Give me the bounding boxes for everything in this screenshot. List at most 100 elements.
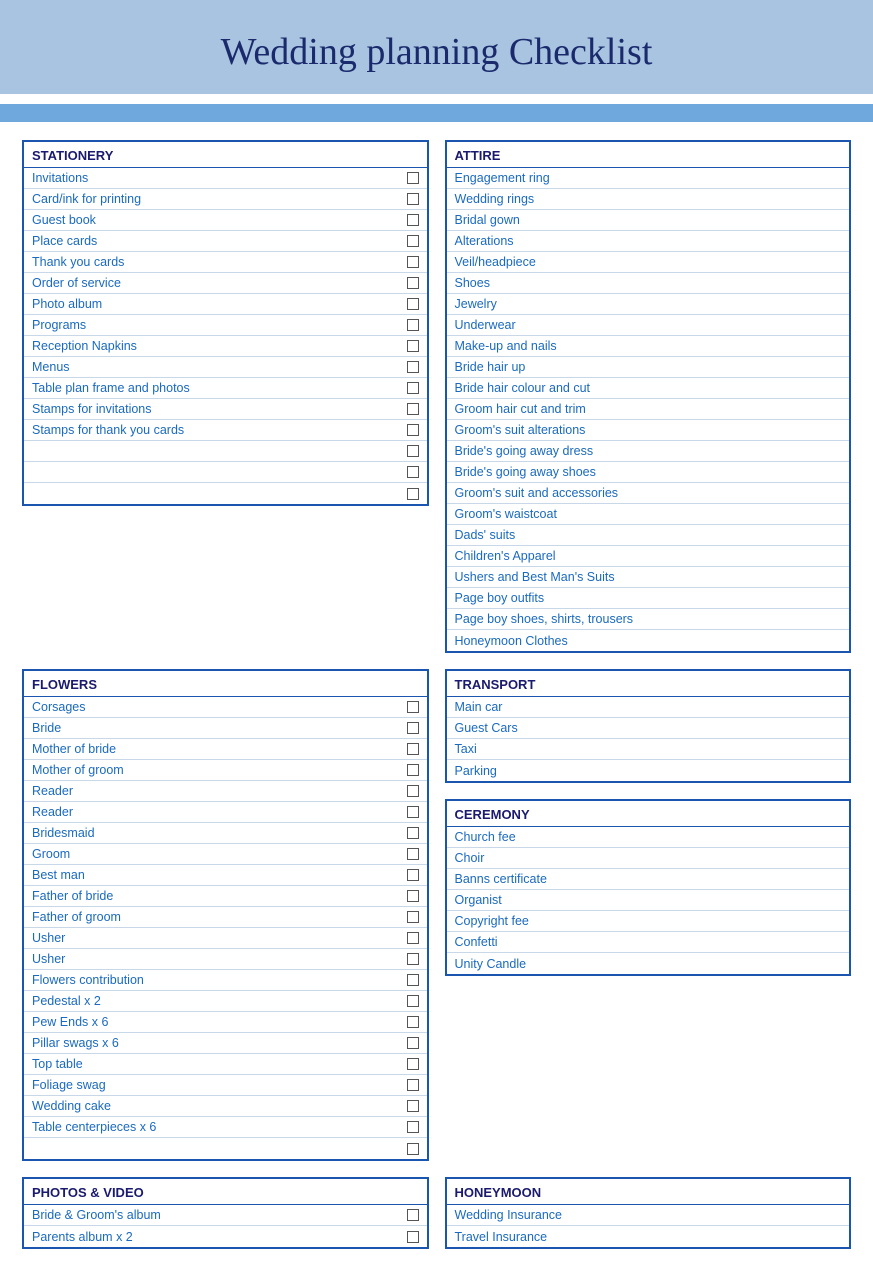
checkbox[interactable] [407, 340, 419, 352]
ceremony-section: CEREMONY Church feeChoirBanns certificat… [445, 799, 852, 976]
attire-title: ATTIRE [447, 142, 850, 168]
list-item: Main car [447, 697, 850, 718]
list-item: Choir [447, 848, 850, 869]
list-item: Parents album x 2 [24, 1226, 427, 1247]
list-item: Mother of groom [24, 760, 427, 781]
page-title: Wedding planning Checklist [20, 30, 853, 74]
list-item: Father of groom [24, 907, 427, 928]
list-item: Church fee [447, 827, 850, 848]
checkbox[interactable] [407, 743, 419, 755]
checkbox[interactable] [407, 764, 419, 776]
checkbox[interactable] [407, 701, 419, 713]
checkbox[interactable] [407, 214, 419, 226]
list-item [24, 1138, 427, 1159]
list-item: Bridesmaid [24, 823, 427, 844]
list-item: Dads' suits [447, 525, 850, 546]
list-item: Groom's suit alterations [447, 420, 850, 441]
stationery-section: STATIONERY InvitationsCard/ink for print… [22, 140, 429, 506]
list-item: Bride [24, 718, 427, 739]
list-item: Pillar swags x 6 [24, 1033, 427, 1054]
list-item: Foliage swag [24, 1075, 427, 1096]
checkbox[interactable] [407, 488, 419, 500]
checkbox[interactable] [407, 403, 419, 415]
checkbox[interactable] [407, 277, 419, 289]
list-item: Jewelry [447, 294, 850, 315]
photos-title: PHOTOS & VIDEO [24, 1179, 427, 1205]
checkbox[interactable] [407, 911, 419, 923]
list-item: Children's Apparel [447, 546, 850, 567]
checkbox[interactable] [407, 1121, 419, 1133]
list-item: Wedding Insurance [447, 1205, 850, 1226]
checkbox[interactable] [407, 932, 419, 944]
checkbox[interactable] [407, 1058, 419, 1070]
list-item: Alterations [447, 231, 850, 252]
checkbox[interactable] [407, 1209, 419, 1221]
checkbox[interactable] [407, 1079, 419, 1091]
honeymoon-section: HONEYMOON Wedding InsuranceTravel Insura… [445, 1177, 852, 1249]
checkbox[interactable] [407, 1016, 419, 1028]
list-item: Ushers and Best Man's Suits [447, 567, 850, 588]
list-item: Groom [24, 844, 427, 865]
checkbox[interactable] [407, 361, 419, 373]
checkbox[interactable] [407, 806, 419, 818]
honeymoon-title: HONEYMOON [447, 1179, 850, 1205]
flowers-section: FLOWERS CorsagesBrideMother of brideMoth… [22, 669, 429, 1161]
list-item: Top table [24, 1054, 427, 1075]
checkbox[interactable] [407, 466, 419, 478]
list-item: Bridal gown [447, 210, 850, 231]
header-stripe [0, 104, 873, 122]
checkbox[interactable] [407, 785, 419, 797]
transport-section: TRANSPORT Main carGuest CarsTaxiParking [445, 669, 852, 783]
checkbox[interactable] [407, 974, 419, 986]
list-item: Guest book [24, 210, 427, 231]
checkbox[interactable] [407, 848, 419, 860]
checkbox[interactable] [407, 256, 419, 268]
checkbox[interactable] [407, 382, 419, 394]
checkbox[interactable] [407, 172, 419, 184]
photos-section: PHOTOS & VIDEO Bride & Groom's albumPare… [22, 1177, 429, 1249]
list-item: Card/ink for printing [24, 189, 427, 210]
checkbox[interactable] [407, 869, 419, 881]
checkbox[interactable] [407, 1037, 419, 1049]
checkbox[interactable] [407, 298, 419, 310]
list-item: Groom's suit and accessories [447, 483, 850, 504]
checkbox[interactable] [407, 319, 419, 331]
main-content: STATIONERY InvitationsCard/ink for print… [0, 122, 873, 1267]
stationery-title: STATIONERY [24, 142, 427, 168]
checkbox[interactable] [407, 235, 419, 247]
list-item: Usher [24, 949, 427, 970]
list-item: Father of bride [24, 886, 427, 907]
list-item: Reader [24, 802, 427, 823]
list-item: Thank you cards [24, 252, 427, 273]
flowers-title: FLOWERS [24, 671, 427, 697]
list-item: Place cards [24, 231, 427, 252]
checkbox[interactable] [407, 995, 419, 1007]
checkbox[interactable] [407, 1143, 419, 1155]
checkbox[interactable] [407, 445, 419, 457]
checkbox[interactable] [407, 193, 419, 205]
list-item: Pew Ends x 6 [24, 1012, 427, 1033]
list-item: Page boy outfits [447, 588, 850, 609]
checkbox[interactable] [407, 722, 419, 734]
checkbox[interactable] [407, 1100, 419, 1112]
list-item [24, 462, 427, 483]
list-item: Bride hair up [447, 357, 850, 378]
list-item: Bride's going away dress [447, 441, 850, 462]
list-item: Travel Insurance [447, 1226, 850, 1247]
list-item: Corsages [24, 697, 427, 718]
list-item: Parking [447, 760, 850, 781]
checkbox[interactable] [407, 1231, 419, 1243]
list-item: Underwear [447, 315, 850, 336]
list-item: Pedestal x 2 [24, 991, 427, 1012]
list-item: Honeymoon Clothes [447, 630, 850, 651]
checkbox[interactable] [407, 890, 419, 902]
list-item: Bride hair colour and cut [447, 378, 850, 399]
list-item: Groom's waistcoat [447, 504, 850, 525]
list-item: Taxi [447, 739, 850, 760]
list-item: Unity Candle [447, 953, 850, 974]
list-item: Order of service [24, 273, 427, 294]
checkbox[interactable] [407, 827, 419, 839]
checkbox[interactable] [407, 953, 419, 965]
checkbox[interactable] [407, 424, 419, 436]
list-item: Menus [24, 357, 427, 378]
